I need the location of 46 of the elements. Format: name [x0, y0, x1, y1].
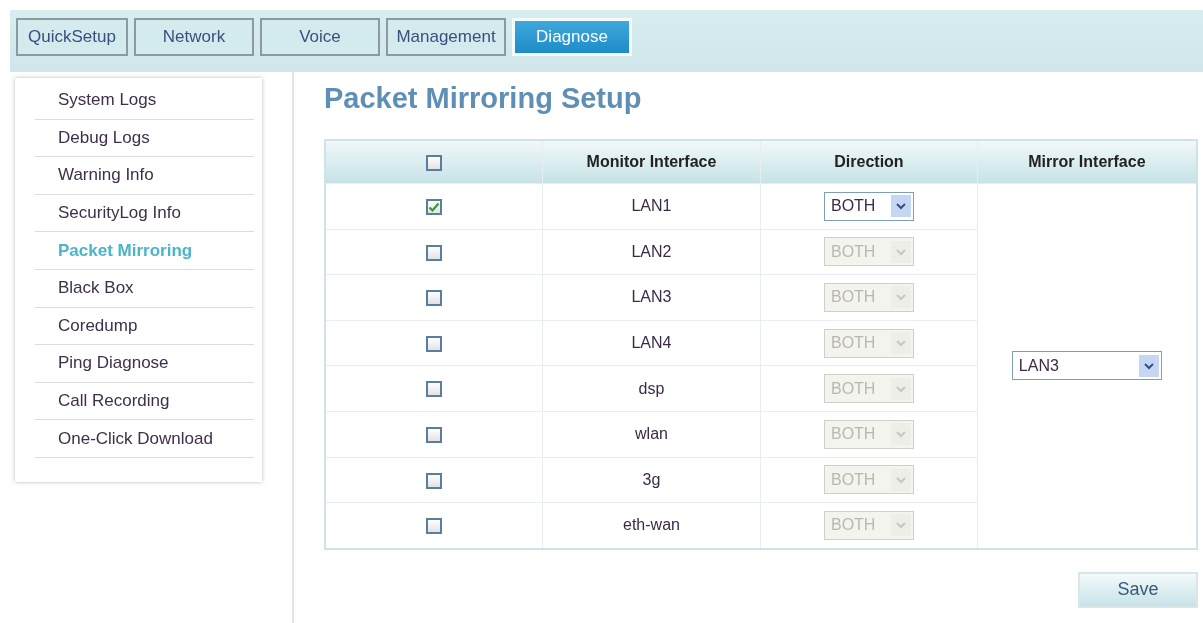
checkbox[interactable] — [425, 244, 442, 261]
table-cell: LAN3 — [542, 274, 761, 321]
sidebar-item[interactable]: System Logs — [35, 82, 254, 120]
sidebar-item[interactable]: SecurityLog Info — [35, 194, 254, 233]
table-cell: 3g — [542, 457, 761, 503]
sidebar-item[interactable]: Debug Logs — [35, 119, 254, 158]
sidebar-item[interactable]: Call Recording — [35, 382, 254, 421]
checkbox[interactable] — [425, 290, 442, 307]
column-header: Mirror Interface — [977, 140, 1197, 184]
checkbox[interactable] — [425, 381, 442, 398]
checkbox[interactable] — [425, 335, 442, 352]
sidebar-item[interactable]: Warning Info — [35, 157, 254, 195]
dropdown[interactable]: BOTH — [823, 191, 914, 221]
checkbox[interactable] — [425, 427, 442, 444]
nav-tab[interactable]: QuickSetup — [16, 18, 128, 56]
nav-tab[interactable]: Network — [134, 18, 254, 56]
sidebar-item[interactable]: Ping Diagnose — [35, 345, 254, 383]
sidebar-item[interactable]: One-Click Download — [35, 420, 254, 458]
checkbox[interactable] — [425, 199, 442, 216]
table-cell: LAN4 — [542, 320, 761, 366]
table-cell: wlan — [542, 411, 761, 458]
chevron-down-icon — [890, 514, 911, 537]
nav-tab[interactable]: Management — [386, 18, 506, 56]
table-cell: LAN2 — [542, 229, 761, 275]
table-cell: dsp — [542, 365, 761, 412]
check-icon — [427, 201, 440, 214]
save-button[interactable]: Save — [1078, 571, 1198, 608]
checkbox[interactable] — [425, 472, 442, 489]
chevron-down-icon — [890, 332, 911, 355]
chevron-down-icon — [890, 377, 911, 400]
checkbox[interactable] — [425, 154, 442, 171]
table-cell: LAN1 — [542, 183, 761, 230]
chevron-down-icon — [890, 286, 911, 309]
column-header: Direction — [760, 140, 978, 184]
checkbox[interactable] — [425, 518, 442, 535]
chevron-down-icon — [890, 240, 911, 263]
chevron-down-icon — [890, 195, 911, 218]
dropdown[interactable]: LAN3 — [1011, 351, 1162, 381]
nav-tab[interactable]: Voice — [260, 18, 380, 56]
sidebar-item[interactable]: Black Box — [35, 269, 254, 308]
sidebar-item[interactable]: Coredump — [35, 307, 254, 346]
page-title: Packet Mirroring Setup — [324, 82, 643, 115]
chevron-down-icon — [890, 468, 911, 491]
chevron-down-icon — [890, 423, 911, 446]
chevron-down-icon — [1138, 354, 1159, 377]
column-header: Monitor Interface — [542, 140, 761, 184]
